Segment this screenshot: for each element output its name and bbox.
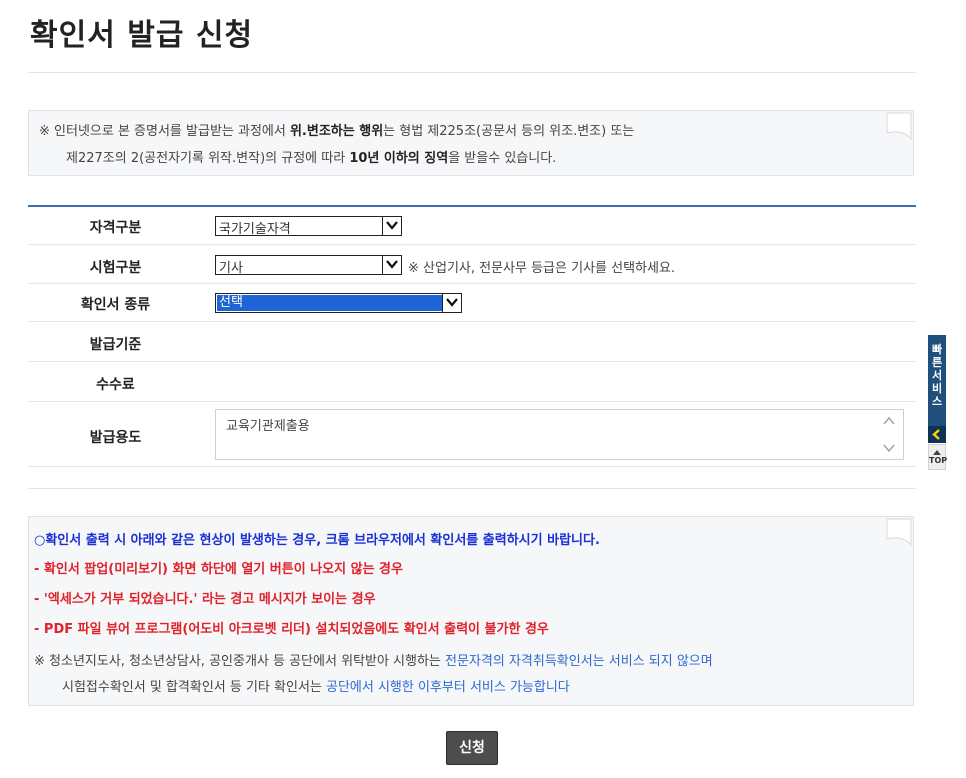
service-note-text-1: ※ 청소년지도사, 청소년상담사, 공인중개사 등 공단에서 위탁받아 시행하는 (34, 654, 446, 669)
license-type-select[interactable]: 국가기술자격 (215, 216, 402, 237)
title-divider (28, 72, 916, 73)
warning-title: ○확인서 출력 시 아래와 같은 현상이 발생하는 경우, 크롬 브라우저에서 … (34, 533, 600, 548)
notice-text-1: ※ 인터넷으로 본 증명서를 발급받는 과정에서 (39, 124, 290, 139)
form-bottom-divider (28, 488, 916, 489)
warning-item-1: - 확인서 팝업(미리보기) 화면 하단에 열기 버튼이 나오지 않는 경우 (34, 562, 403, 577)
row-issue-basis: 발급기준 (28, 322, 916, 362)
license-type-label: 자격구분 (89, 220, 142, 236)
warning-item-2: - '엑세스가 거부 되었습니다.' 라는 경고 메시지가 보이는 경우 (34, 592, 376, 607)
chevron-down-icon[interactable] (382, 217, 401, 235)
scroll-up-icon[interactable] (883, 416, 895, 426)
purpose-value: 교육기관제출용 (226, 419, 310, 434)
row-purpose: 발급용도 교육기관제출용 (28, 402, 916, 467)
quick-service-label: 빠른서비스 (931, 343, 943, 408)
notice-bold-2: 10년 이하의 징역 (349, 151, 449, 166)
service-note-link-2: 공단에서 시행한 이후부터 서비스 가능합니다 (326, 680, 570, 695)
notice-line-2: 제227조의 2(공전자기록 위작.변작)의 규정에 따라 10년 이하의 징역… (66, 145, 913, 172)
page-corner-icon (886, 518, 912, 547)
cert-type-value: 선택 (217, 295, 443, 311)
submit-button[interactable]: 신청 (446, 731, 498, 765)
warning-item-3: - PDF 파일 뷰어 프로그램(어도비 아크로벳 리더) 설치되었음에도 확인… (34, 622, 549, 637)
notice-text-2: 는 형법 제225조(공문서 등의 위조.변조) 또는 (383, 124, 635, 139)
exam-type-hint: ※ 산업기사, 전문사무 등급은 기사를 선택하세요. (408, 261, 676, 276)
service-note-line-1: ※ 청소년지도사, 청소년상담사, 공인중개사 등 공단에서 위탁받아 시행하는… (34, 650, 713, 669)
row-license-type: 자격구분 국가기술자격 (28, 207, 916, 245)
exam-type-value: 기사 (219, 261, 243, 276)
purpose-textarea[interactable]: 교육기관제출용 (215, 409, 904, 460)
chevron-down-icon[interactable] (382, 256, 401, 274)
issue-basis-label: 발급기준 (89, 337, 142, 353)
print-warning-box: ○확인서 출력 시 아래와 같은 현상이 발생하는 경우, 크롬 브라우저에서 … (28, 516, 914, 706)
service-note-text-2: 시험접수확인서 및 합격확인서 등 기타 확인서는 (62, 680, 326, 695)
purpose-label: 발급용도 (89, 430, 142, 446)
exam-type-label: 시험구분 (89, 260, 142, 276)
row-cert-type: 확인서 종류 선택 (28, 284, 916, 322)
issue-form: 자격구분 국가기술자격 시험구분 기사 ※ 산업기사, 전문사무 등급은 기사를… (28, 205, 916, 489)
scroll-down-icon[interactable] (883, 443, 895, 453)
legal-notice-box: ※ 인터넷으로 본 증명서를 발급받는 과정에서 위.변조하는 행위는 형법 제… (28, 110, 914, 176)
cert-type-label: 확인서 종류 (80, 297, 151, 313)
fee-label: 수수료 (96, 377, 135, 393)
service-note-line-2: 시험접수확인서 및 합격확인서 등 기타 확인서는 공단에서 시행한 이후부터 … (62, 676, 570, 695)
caret-up-icon (933, 450, 941, 455)
exam-type-select[interactable]: 기사 (215, 255, 402, 276)
page-title: 확인서 발급 신청 (30, 18, 254, 53)
license-type-value: 국가기술자격 (219, 222, 291, 237)
service-note-link-1: 전문자격의 자격취득확인서는 서비스 되지 않으며 (445, 654, 713, 669)
quick-service-tab[interactable]: 빠른서비스 (928, 335, 946, 443)
scroll-top-button[interactable]: TOP (928, 444, 948, 470)
row-fee: 수수료 (28, 362, 916, 402)
chevron-down-icon[interactable] (442, 294, 461, 312)
notice-line-1: ※ 인터넷으로 본 증명서를 발급받는 과정에서 위.변조하는 행위는 형법 제… (39, 118, 913, 145)
row-exam-type: 시험구분 기사 ※ 산업기사, 전문사무 등급은 기사를 선택하세요. (28, 245, 916, 284)
page-corner-icon (886, 112, 912, 141)
notice-text-4: 을 받을수 있습니다. (448, 151, 557, 166)
notice-text-3: 제227조의 2(공전자기록 위작.변작)의 규정에 따라 (66, 151, 350, 166)
chevron-left-icon[interactable] (928, 426, 946, 443)
notice-bold-1: 위.변조하는 행위 (289, 124, 384, 139)
top-label: TOP (929, 456, 948, 465)
cert-type-select[interactable]: 선택 (215, 293, 462, 313)
